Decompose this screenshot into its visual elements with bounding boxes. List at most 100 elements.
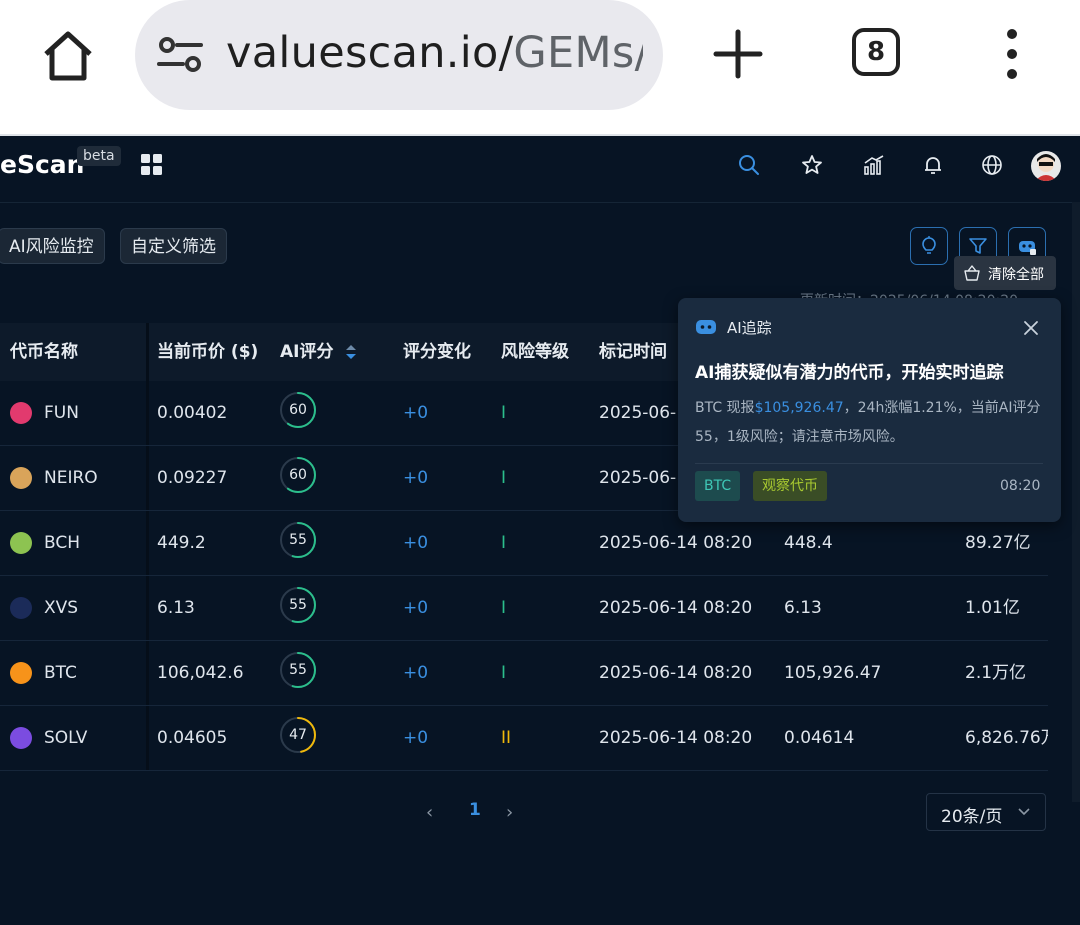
close-icon[interactable] — [1023, 320, 1039, 336]
current-price: 0.04605 — [157, 728, 228, 748]
col-score-change[interactable]: 评分变化 — [403, 323, 471, 381]
avatar-image — [1035, 154, 1057, 181]
mark-price: 6.13 — [784, 598, 822, 618]
xvs-token-icon — [10, 597, 32, 619]
next-page-button[interactable]: › — [506, 802, 513, 823]
robot-icon — [696, 320, 716, 334]
mark-time: 2025-06-14 08:20 — [599, 728, 753, 748]
current-price: 106,042.6 — [157, 663, 244, 683]
col-risk-level[interactable]: 风险等级 — [501, 323, 569, 381]
ai-risk-filter-button[interactable]: AI风险监控 — [0, 228, 105, 264]
coin-name[interactable]: SOLV — [44, 706, 87, 770]
star-icon[interactable] — [800, 153, 824, 177]
more-menu-icon[interactable] — [1000, 26, 1024, 82]
page-size-select[interactable]: 20条/页 — [926, 793, 1046, 831]
apps-grid-icon[interactable] — [141, 154, 163, 176]
fun-token-icon — [10, 402, 32, 424]
coin-name[interactable]: XVS — [44, 576, 78, 640]
score-change: +0 — [403, 728, 429, 748]
insight-button[interactable] — [910, 227, 948, 265]
ai-tracking-notification[interactable]: AI追踪 AI捕获疑似有潜力的代币，开始实时追踪 BTC 现报$105,926.… — [678, 298, 1061, 522]
sort-icon[interactable] — [345, 344, 357, 360]
site-settings-icon[interactable] — [157, 35, 203, 75]
divider — [695, 463, 1043, 464]
new-tab-icon[interactable] — [710, 26, 766, 82]
globe-icon[interactable] — [980, 153, 1004, 177]
watch-tag[interactable]: 观察代币 — [753, 471, 827, 501]
score-change: +0 — [403, 468, 429, 488]
ai-score-value: 55 — [289, 597, 307, 613]
lightbulb-icon — [922, 236, 936, 254]
score-change: +0 — [403, 598, 429, 618]
mark-time: 2025-06- — [599, 403, 677, 423]
ai-score-value: 55 — [289, 662, 307, 678]
btc-token-icon — [10, 662, 32, 684]
coin-name[interactable]: NEIRO — [44, 446, 98, 510]
current-page[interactable]: 1 — [469, 800, 481, 820]
coin-name[interactable]: FUN — [44, 381, 79, 445]
clear-all-tooltip[interactable]: 清除全部 — [954, 256, 1056, 290]
market-cap: 2.1万亿 — [965, 663, 1027, 683]
chart-icon[interactable] — [862, 153, 886, 177]
table-row[interactable]: XVS 6.13 55 +0 I 2025-06-14 08:20 6.13 1… — [0, 576, 1048, 641]
current-price: 0.00402 — [157, 403, 228, 423]
search-icon[interactable] — [737, 153, 761, 177]
mark-time: 2025-06-14 08:20 — [599, 663, 753, 683]
col-coin-name[interactable]: 代币名称 — [10, 323, 78, 381]
robot-icon — [1019, 241, 1036, 255]
market-cap: 6,826.76万 — [965, 728, 1048, 748]
body-text: BTC 现报 — [695, 400, 755, 416]
col-mark-time[interactable]: 标记时间 — [599, 323, 667, 381]
ai-score-ring: 60 — [279, 391, 317, 429]
prev-page-button[interactable]: ‹ — [426, 802, 433, 823]
ai-score-ring: 55 — [279, 521, 317, 559]
score-change: +0 — [403, 403, 429, 423]
mark-time: 2025-06-14 08:20 — [599, 598, 753, 618]
mark-time: 2025-06- — [599, 468, 677, 488]
ai-score-ring: 55 — [279, 651, 317, 689]
address-bar[interactable]: valuescan.io/GEMs/G — [135, 0, 663, 110]
user-avatar[interactable] — [1031, 151, 1061, 181]
col-current-price[interactable]: 当前币价 ($) — [157, 323, 258, 381]
col-ai-score-label: AI评分 — [280, 342, 334, 362]
app-root: eScan beta AI风险监控 自定义筛选 清除全部 代币名称 当前币价 (… — [0, 136, 1080, 925]
funnel-icon — [969, 238, 987, 254]
risk-level: I — [501, 533, 507, 553]
brand-logo[interactable]: eScan — [0, 150, 84, 179]
risk-level: I — [501, 468, 507, 488]
mark-price: 0.04614 — [784, 728, 855, 748]
custom-filter-button[interactable]: 自定义筛选 — [120, 228, 227, 264]
chevron-down-icon — [1018, 808, 1030, 816]
coin-name[interactable]: BCH — [44, 511, 80, 575]
clear-all-label: 清除全部 — [988, 267, 1044, 283]
bch-token-icon — [10, 532, 32, 554]
coin-tag[interactable]: BTC — [695, 471, 741, 501]
score-change: +0 — [403, 663, 429, 683]
beta-badge: beta — [77, 146, 121, 166]
top-nav: eScan beta — [0, 136, 1080, 203]
clear-basket-icon — [964, 265, 980, 281]
home-icon[interactable] — [40, 28, 96, 84]
ai-score-value: 47 — [289, 727, 307, 743]
url-text: valuescan.io/GEMs/G — [226, 28, 643, 78]
ai-score-ring: 47 — [279, 716, 317, 754]
risk-level: I — [501, 598, 507, 618]
neiro-token-icon — [10, 467, 32, 489]
coin-name[interactable]: BTC — [44, 641, 77, 705]
page-scrollbar[interactable] — [1072, 202, 1080, 802]
score-change: +0 — [403, 533, 429, 553]
notification-title: AI追踪 — [727, 319, 772, 337]
page-size-value: 20条/页 — [941, 807, 1003, 827]
table-row[interactable]: SOLV 0.04605 47 +0 II 2025-06-14 08:20 0… — [0, 706, 1048, 771]
bell-icon[interactable] — [921, 153, 945, 177]
current-price: 449.2 — [157, 533, 206, 553]
mark-price: 105,926.47 — [784, 663, 882, 683]
col-ai-score[interactable]: AI评分 — [280, 323, 357, 381]
ai-score-value: 60 — [289, 467, 307, 483]
market-cap: 1.01亿 — [965, 598, 1020, 618]
body-price: $105,926.47 — [754, 400, 844, 416]
table-row[interactable]: BTC 106,042.6 55 +0 I 2025-06-14 08:20 1… — [0, 641, 1048, 706]
solv-token-icon — [10, 727, 32, 749]
ai-score-value: 55 — [289, 532, 307, 548]
tab-switcher-button[interactable]: 8 — [852, 28, 900, 76]
